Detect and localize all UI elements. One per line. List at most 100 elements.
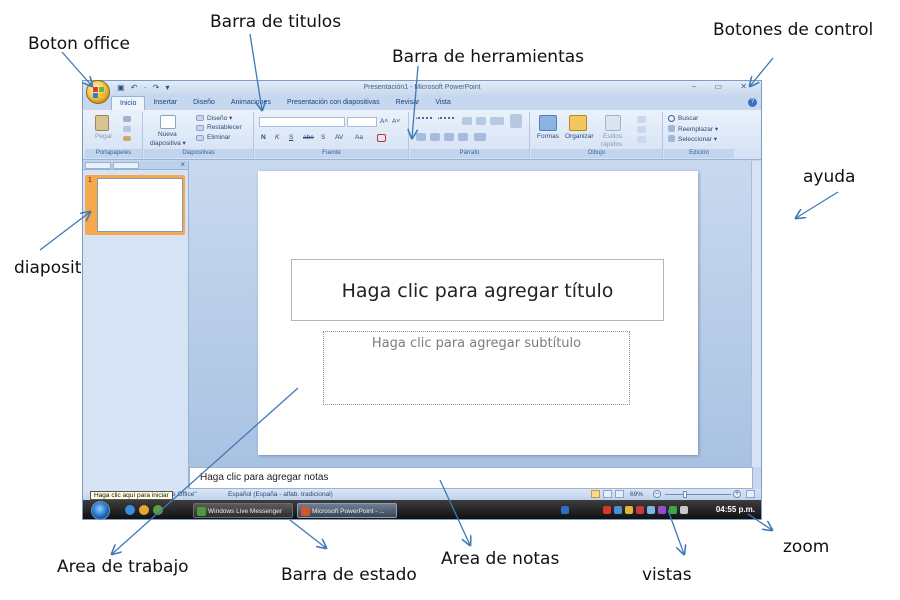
shrink-font-button[interactable]: A˅ bbox=[392, 118, 400, 125]
tab-insertar[interactable]: Insertar bbox=[145, 96, 185, 110]
decrease-indent-icon[interactable] bbox=[462, 117, 472, 125]
align-left-icon[interactable] bbox=[416, 133, 426, 141]
outline-tab[interactable] bbox=[113, 162, 139, 169]
underline-button[interactable]: S bbox=[289, 134, 293, 141]
slides-pane-header: × bbox=[83, 160, 188, 170]
tray-icon-2[interactable] bbox=[614, 506, 622, 514]
replace-button[interactable]: Reemplazar ▾ bbox=[678, 125, 718, 133]
strikethrough-button[interactable]: abe bbox=[303, 134, 314, 141]
shadow-button[interactable]: S bbox=[321, 134, 325, 141]
shape-outline-icon[interactable] bbox=[637, 126, 646, 133]
font-name-select[interactable] bbox=[259, 117, 345, 127]
tray-icon-4[interactable] bbox=[636, 506, 644, 514]
slide-thumbnail[interactable] bbox=[97, 178, 183, 232]
network-icon[interactable] bbox=[669, 506, 677, 514]
zoom-slider[interactable] bbox=[665, 494, 731, 495]
fit-to-window-button[interactable] bbox=[746, 490, 755, 498]
arrange-button[interactable]: Organizar bbox=[565, 133, 594, 140]
status-language[interactable]: Español (España - alfab. tradicional) bbox=[228, 491, 333, 498]
zoom-in-button[interactable]: + bbox=[733, 490, 741, 498]
tab-inicio[interactable]: Inicio bbox=[111, 96, 146, 110]
quick-styles-label-2[interactable]: rápidos bbox=[601, 141, 622, 148]
numbering-icon[interactable] bbox=[438, 117, 456, 125]
format-painter-icon[interactable] bbox=[123, 136, 131, 141]
select-button[interactable]: Seleccionar ▾ bbox=[678, 135, 717, 143]
italic-button[interactable]: K bbox=[275, 134, 279, 141]
increase-indent-icon[interactable] bbox=[476, 117, 486, 125]
tray-icon-6[interactable] bbox=[658, 506, 666, 514]
notes-area[interactable]: Haga clic para agregar notas bbox=[189, 467, 753, 489]
slides-tab[interactable] bbox=[85, 162, 111, 169]
new-slide-label-1[interactable]: Nueva bbox=[158, 131, 177, 138]
grow-font-button[interactable]: A˄ bbox=[380, 118, 388, 125]
slide-sorter-view-button[interactable] bbox=[603, 490, 612, 498]
quick-styles-label-1[interactable]: Estilos bbox=[603, 133, 622, 140]
group-slides: Nueva diapositiva ▾ Diseño ▾ Restablecer… bbox=[144, 112, 254, 158]
bullets-icon[interactable] bbox=[416, 117, 434, 125]
taskbar-messenger[interactable]: Windows Live Messenger bbox=[193, 503, 293, 518]
align-center-icon[interactable] bbox=[430, 133, 440, 141]
line-spacing-icon[interactable] bbox=[490, 117, 504, 125]
normal-view-button[interactable] bbox=[591, 490, 600, 498]
messenger-quick-icon[interactable] bbox=[153, 505, 163, 515]
tray-icon-5[interactable] bbox=[647, 506, 655, 514]
tab-diseno[interactable]: Diseño bbox=[185, 96, 223, 110]
cut-icon[interactable] bbox=[123, 116, 131, 122]
arrange-icon[interactable] bbox=[569, 115, 587, 131]
tab-vista[interactable]: Vista bbox=[427, 96, 458, 110]
tab-presentacion[interactable]: Presentación con diapositivas bbox=[279, 96, 388, 110]
text-direction-icon[interactable] bbox=[510, 114, 522, 128]
close-pane-icon[interactable]: × bbox=[180, 160, 185, 169]
zoom-slider-handle[interactable] bbox=[683, 491, 688, 498]
layout-button[interactable]: Diseño ▾ bbox=[207, 114, 232, 122]
paste-icon[interactable] bbox=[95, 115, 109, 131]
group-clipboard-name: Portapapeles bbox=[85, 149, 142, 158]
find-button[interactable]: Buscar bbox=[678, 115, 698, 122]
font-size-select[interactable] bbox=[347, 117, 377, 127]
delete-button[interactable]: Eliminar bbox=[207, 134, 230, 141]
group-editing: Buscar Reemplazar ▾ Seleccionar ▾ Edició… bbox=[664, 112, 734, 158]
bold-button[interactable]: N bbox=[261, 134, 266, 141]
window-control-buttons[interactable]: – ▭ ✕ bbox=[692, 82, 755, 91]
new-slide-label-2[interactable]: diapositiva ▾ bbox=[150, 139, 186, 147]
shape-fill-icon[interactable] bbox=[637, 116, 646, 123]
slide-thumbnail-selected[interactable]: 1 bbox=[85, 175, 185, 235]
align-right-icon[interactable] bbox=[444, 133, 454, 141]
tray-icon-1[interactable] bbox=[603, 506, 611, 514]
justify-icon[interactable] bbox=[458, 133, 468, 141]
help-icon[interactable]: ? bbox=[748, 98, 757, 107]
new-slide-icon[interactable] bbox=[160, 115, 176, 129]
shapes-icon[interactable] bbox=[539, 115, 557, 131]
office-button[interactable] bbox=[86, 80, 110, 104]
tray-icon-3[interactable] bbox=[625, 506, 633, 514]
tab-animaciones[interactable]: Animaciones bbox=[223, 96, 279, 110]
shape-effects-icon[interactable] bbox=[637, 136, 646, 143]
start-button[interactable] bbox=[91, 501, 110, 519]
paste-button[interactable]: Pegar bbox=[95, 133, 112, 140]
reset-button[interactable]: Restablecer bbox=[207, 124, 242, 131]
copy-icon[interactable] bbox=[123, 126, 131, 132]
quick-styles-icon[interactable] bbox=[605, 115, 621, 131]
zoom-level[interactable]: 69% bbox=[630, 491, 643, 498]
volume-icon[interactable] bbox=[680, 506, 688, 514]
taskbar-powerpoint[interactable]: Microsoft PowerPoint - ... bbox=[297, 503, 397, 518]
tab-revisar[interactable]: Revisar bbox=[388, 96, 428, 110]
title-placeholder[interactable]: Haga clic para agregar título bbox=[291, 259, 664, 321]
language-bar-icon[interactable] bbox=[561, 506, 569, 514]
columns-icon[interactable] bbox=[474, 133, 486, 141]
zoom-out-button[interactable]: – bbox=[653, 490, 661, 498]
slideshow-view-button[interactable] bbox=[615, 490, 624, 498]
reset-icon bbox=[196, 125, 204, 131]
powerpoint-icon bbox=[301, 507, 310, 516]
firefox-icon[interactable] bbox=[139, 505, 149, 515]
case-button[interactable]: Aa bbox=[355, 134, 363, 141]
vertical-scrollbar[interactable] bbox=[751, 161, 761, 467]
taskbar-powerpoint-label: Microsoft PowerPoint - ... bbox=[312, 508, 385, 515]
taskbar-clock: 04:55 p.m. bbox=[715, 505, 755, 514]
shapes-button[interactable]: Formas bbox=[537, 133, 559, 140]
ie-icon[interactable] bbox=[125, 505, 135, 515]
spacing-button[interactable]: AV bbox=[335, 134, 343, 141]
slide-canvas[interactable]: Haga clic para agregar título Haga clic … bbox=[258, 171, 698, 455]
subtitle-placeholder[interactable]: Haga clic para agregar subtítulo bbox=[323, 331, 630, 405]
font-color-icon[interactable] bbox=[377, 134, 386, 142]
